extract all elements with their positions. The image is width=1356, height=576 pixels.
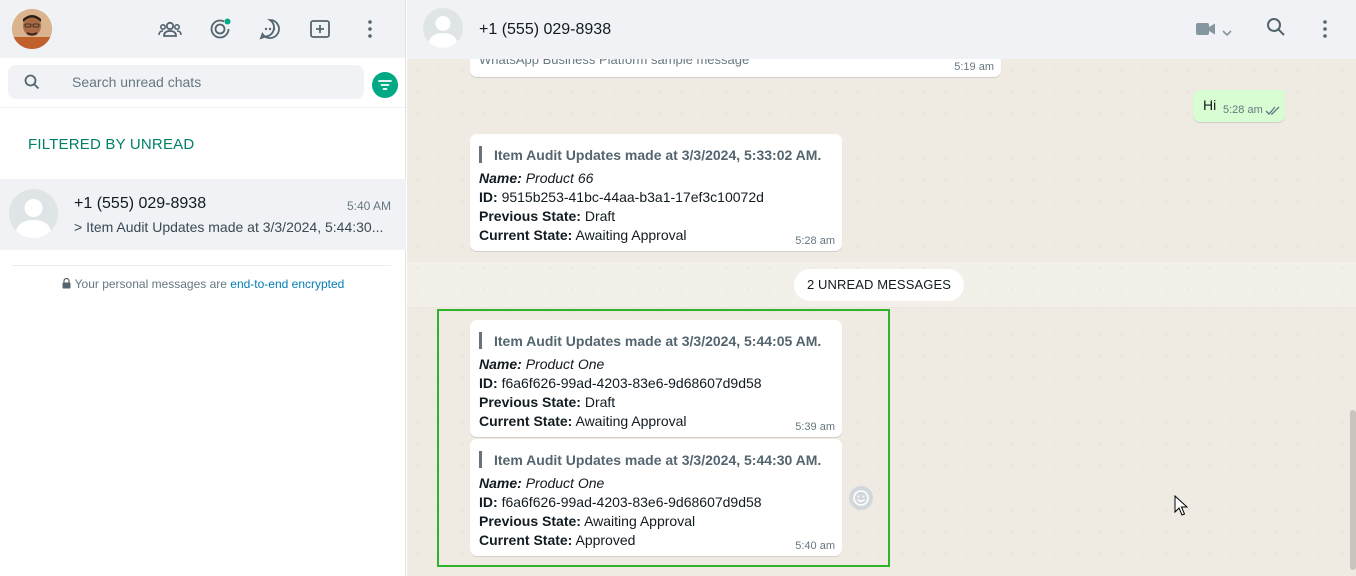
search-icon <box>24 74 40 90</box>
search-row <box>0 58 405 108</box>
encryption-link[interactable]: end-to-end encrypted <box>230 277 344 291</box>
encryption-note: Your personal messages are end-to-end en… <box>0 277 406 291</box>
status-icon[interactable] <box>208 17 232 41</box>
chat-scrollbar[interactable] <box>1350 410 1356 570</box>
search-icon[interactable] <box>1266 17 1286 42</box>
audit-message-bubble[interactable]: Item Audit Updates made at 3/3/2024, 5:3… <box>470 134 842 251</box>
chevron-down-icon[interactable] <box>1222 24 1232 42</box>
unread-filter-button[interactable] <box>372 72 398 98</box>
encryption-text: Your personal messages are <box>74 277 231 291</box>
message-text: Hi <box>1203 97 1217 113</box>
audit-id-line: ID: 9515b253-41bc-44aa-b3a1-17ef3c10072d <box>479 189 764 205</box>
search-box[interactable] <box>8 65 364 99</box>
message-time: 5:28 am <box>795 235 835 247</box>
audit-name-line: Name: Product 66 <box>479 170 594 186</box>
audit-heading: Item Audit Updates made at 3/3/2024, 5:3… <box>494 147 822 163</box>
chat-item-name: +1 (555) 029-8938 <box>74 195 207 212</box>
chat-list-item[interactable]: +1 (555) 029-8938 5:40 AM > Item Audit U… <box>0 179 406 250</box>
message-time: 5:19 am <box>954 61 994 73</box>
message-time: 5:28 am <box>1223 104 1263 116</box>
audit-previous-state-line: Previous State: Draft <box>479 208 616 224</box>
mouse-cursor-icon <box>1174 495 1188 516</box>
contact-avatar <box>9 189 58 238</box>
conversation-header: +1 (555) 029-8938 <box>407 0 1356 59</box>
menu-icon[interactable] <box>358 17 382 41</box>
conversation-title[interactable]: +1 (555) 029-8938 <box>479 21 611 39</box>
filter-icon <box>378 80 392 90</box>
communities-icon[interactable] <box>158 17 182 41</box>
channels-icon[interactable] <box>258 17 282 41</box>
search-input[interactable] <box>72 65 352 99</box>
my-profile-avatar[interactable] <box>12 9 52 49</box>
conversation-avatar[interactable] <box>423 8 463 48</box>
double-check-icon <box>1265 106 1280 115</box>
chat-list-pane: FILTERED BY UNREAD +1 (555) 029-8938 5:4… <box>0 0 406 576</box>
new-chat-icon[interactable] <box>308 17 332 41</box>
video-call-icon[interactable] <box>1195 20 1217 43</box>
chat-item-preview: > Item Audit Updates made at 3/3/2024, 5… <box>74 219 384 235</box>
audit-current-state-line: Current State: Awaiting Approval <box>479 227 687 243</box>
list-divider <box>12 265 391 266</box>
quote-bar <box>479 146 482 163</box>
chat-item-time: 5:40 AM <box>346 199 391 213</box>
selection-highlight <box>437 309 890 567</box>
lock-icon <box>62 278 71 289</box>
sidebar-header <box>0 0 405 58</box>
unread-messages-divider: 2 UNREAD MESSAGES <box>794 269 964 301</box>
outgoing-message-bubble[interactable]: Hi 5:28 am <box>1193 90 1285 122</box>
menu-icon[interactable] <box>1315 17 1335 46</box>
filter-label: FILTERED BY UNREAD <box>28 136 195 153</box>
conversation-pane: +1 (555) 029-8938 WhatsApp Business Plat… <box>407 0 1356 576</box>
